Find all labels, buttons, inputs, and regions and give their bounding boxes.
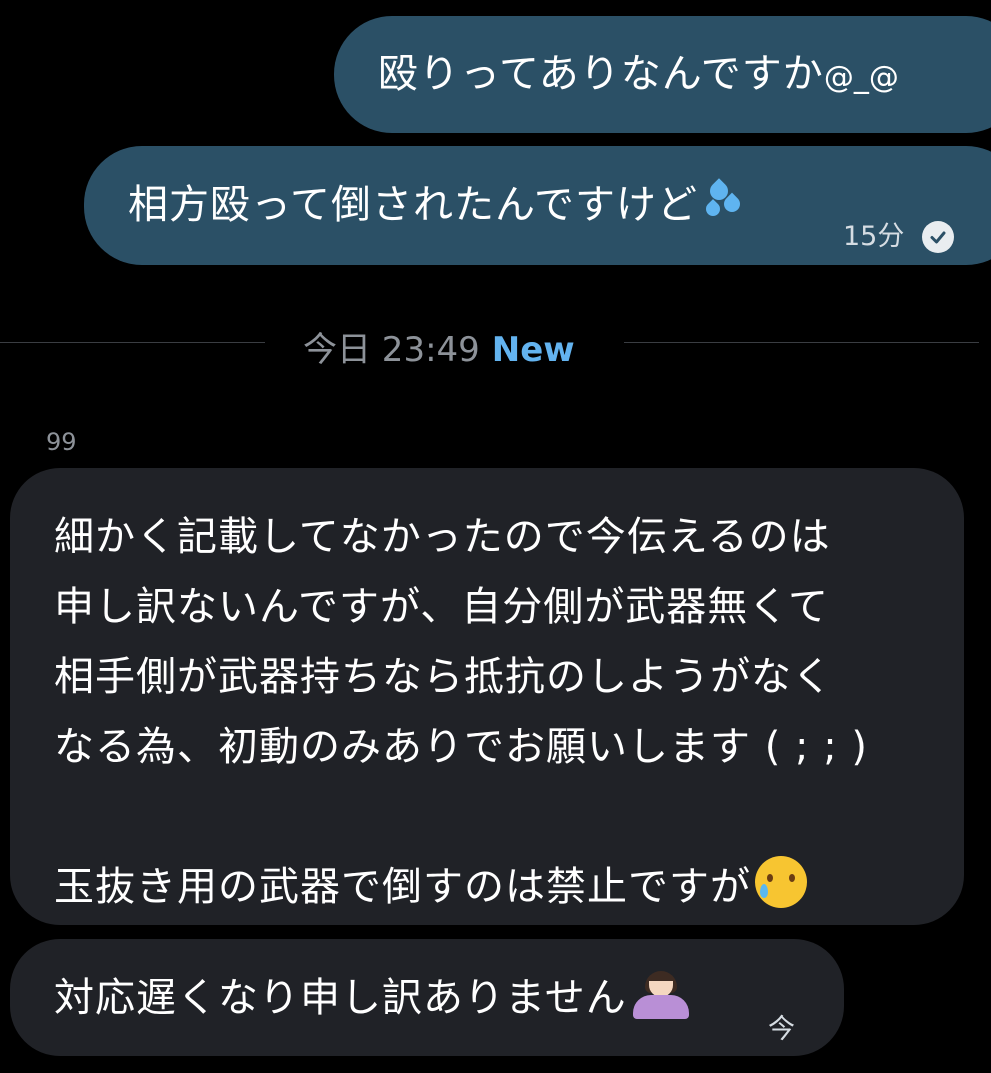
outgoing-message-2[interactable]: 相方殴って倒されたんですけど 15分 — [84, 146, 991, 265]
read-check-icon — [922, 221, 955, 253]
dizzy-face-emoji-icon: @_@ — [823, 60, 899, 95]
message-text: 細かく記載してなかったので今伝えるのは 申し訳ないんですが、自分側が武器無くて … — [54, 514, 869, 910]
incoming-message-2[interactable]: 対応遅くなり申し訳ありません 今 — [10, 939, 844, 1056]
sweat-droplets-icon — [703, 178, 756, 222]
divider-line-right — [624, 342, 979, 343]
message-time: 今 — [768, 1014, 795, 1045]
sender-name[interactable]: 99 — [46, 428, 77, 456]
new-badge: New — [491, 330, 575, 370]
new-messages-divider: 今日 23:49 New — [0, 318, 991, 371]
outgoing-message-1[interactable]: 殴りってありなんですか@_@ — [334, 16, 991, 133]
incoming-message-1[interactable]: 細かく記載してなかったので今伝えるのは 申し訳ないんですが、自分側が武器無くて … — [10, 468, 964, 925]
face-holding-back-tears-icon — [755, 856, 807, 908]
message-meta: 今 — [768, 995, 795, 1065]
message-text: 相方殴って倒されたんですけど — [128, 182, 698, 228]
message-time: 15分 — [843, 221, 905, 252]
divider-timestamp: 今日 23:49 — [303, 330, 480, 370]
message-text: 殴りってありなんですか — [378, 51, 824, 97]
message-text: 対応遅くなり申し訳ありません — [54, 975, 627, 1021]
message-meta: 15分 — [843, 202, 955, 272]
divider-label: 今日 23:49 New — [303, 322, 575, 371]
person-bowing-icon — [631, 965, 691, 1021]
divider-line-left — [0, 342, 265, 343]
